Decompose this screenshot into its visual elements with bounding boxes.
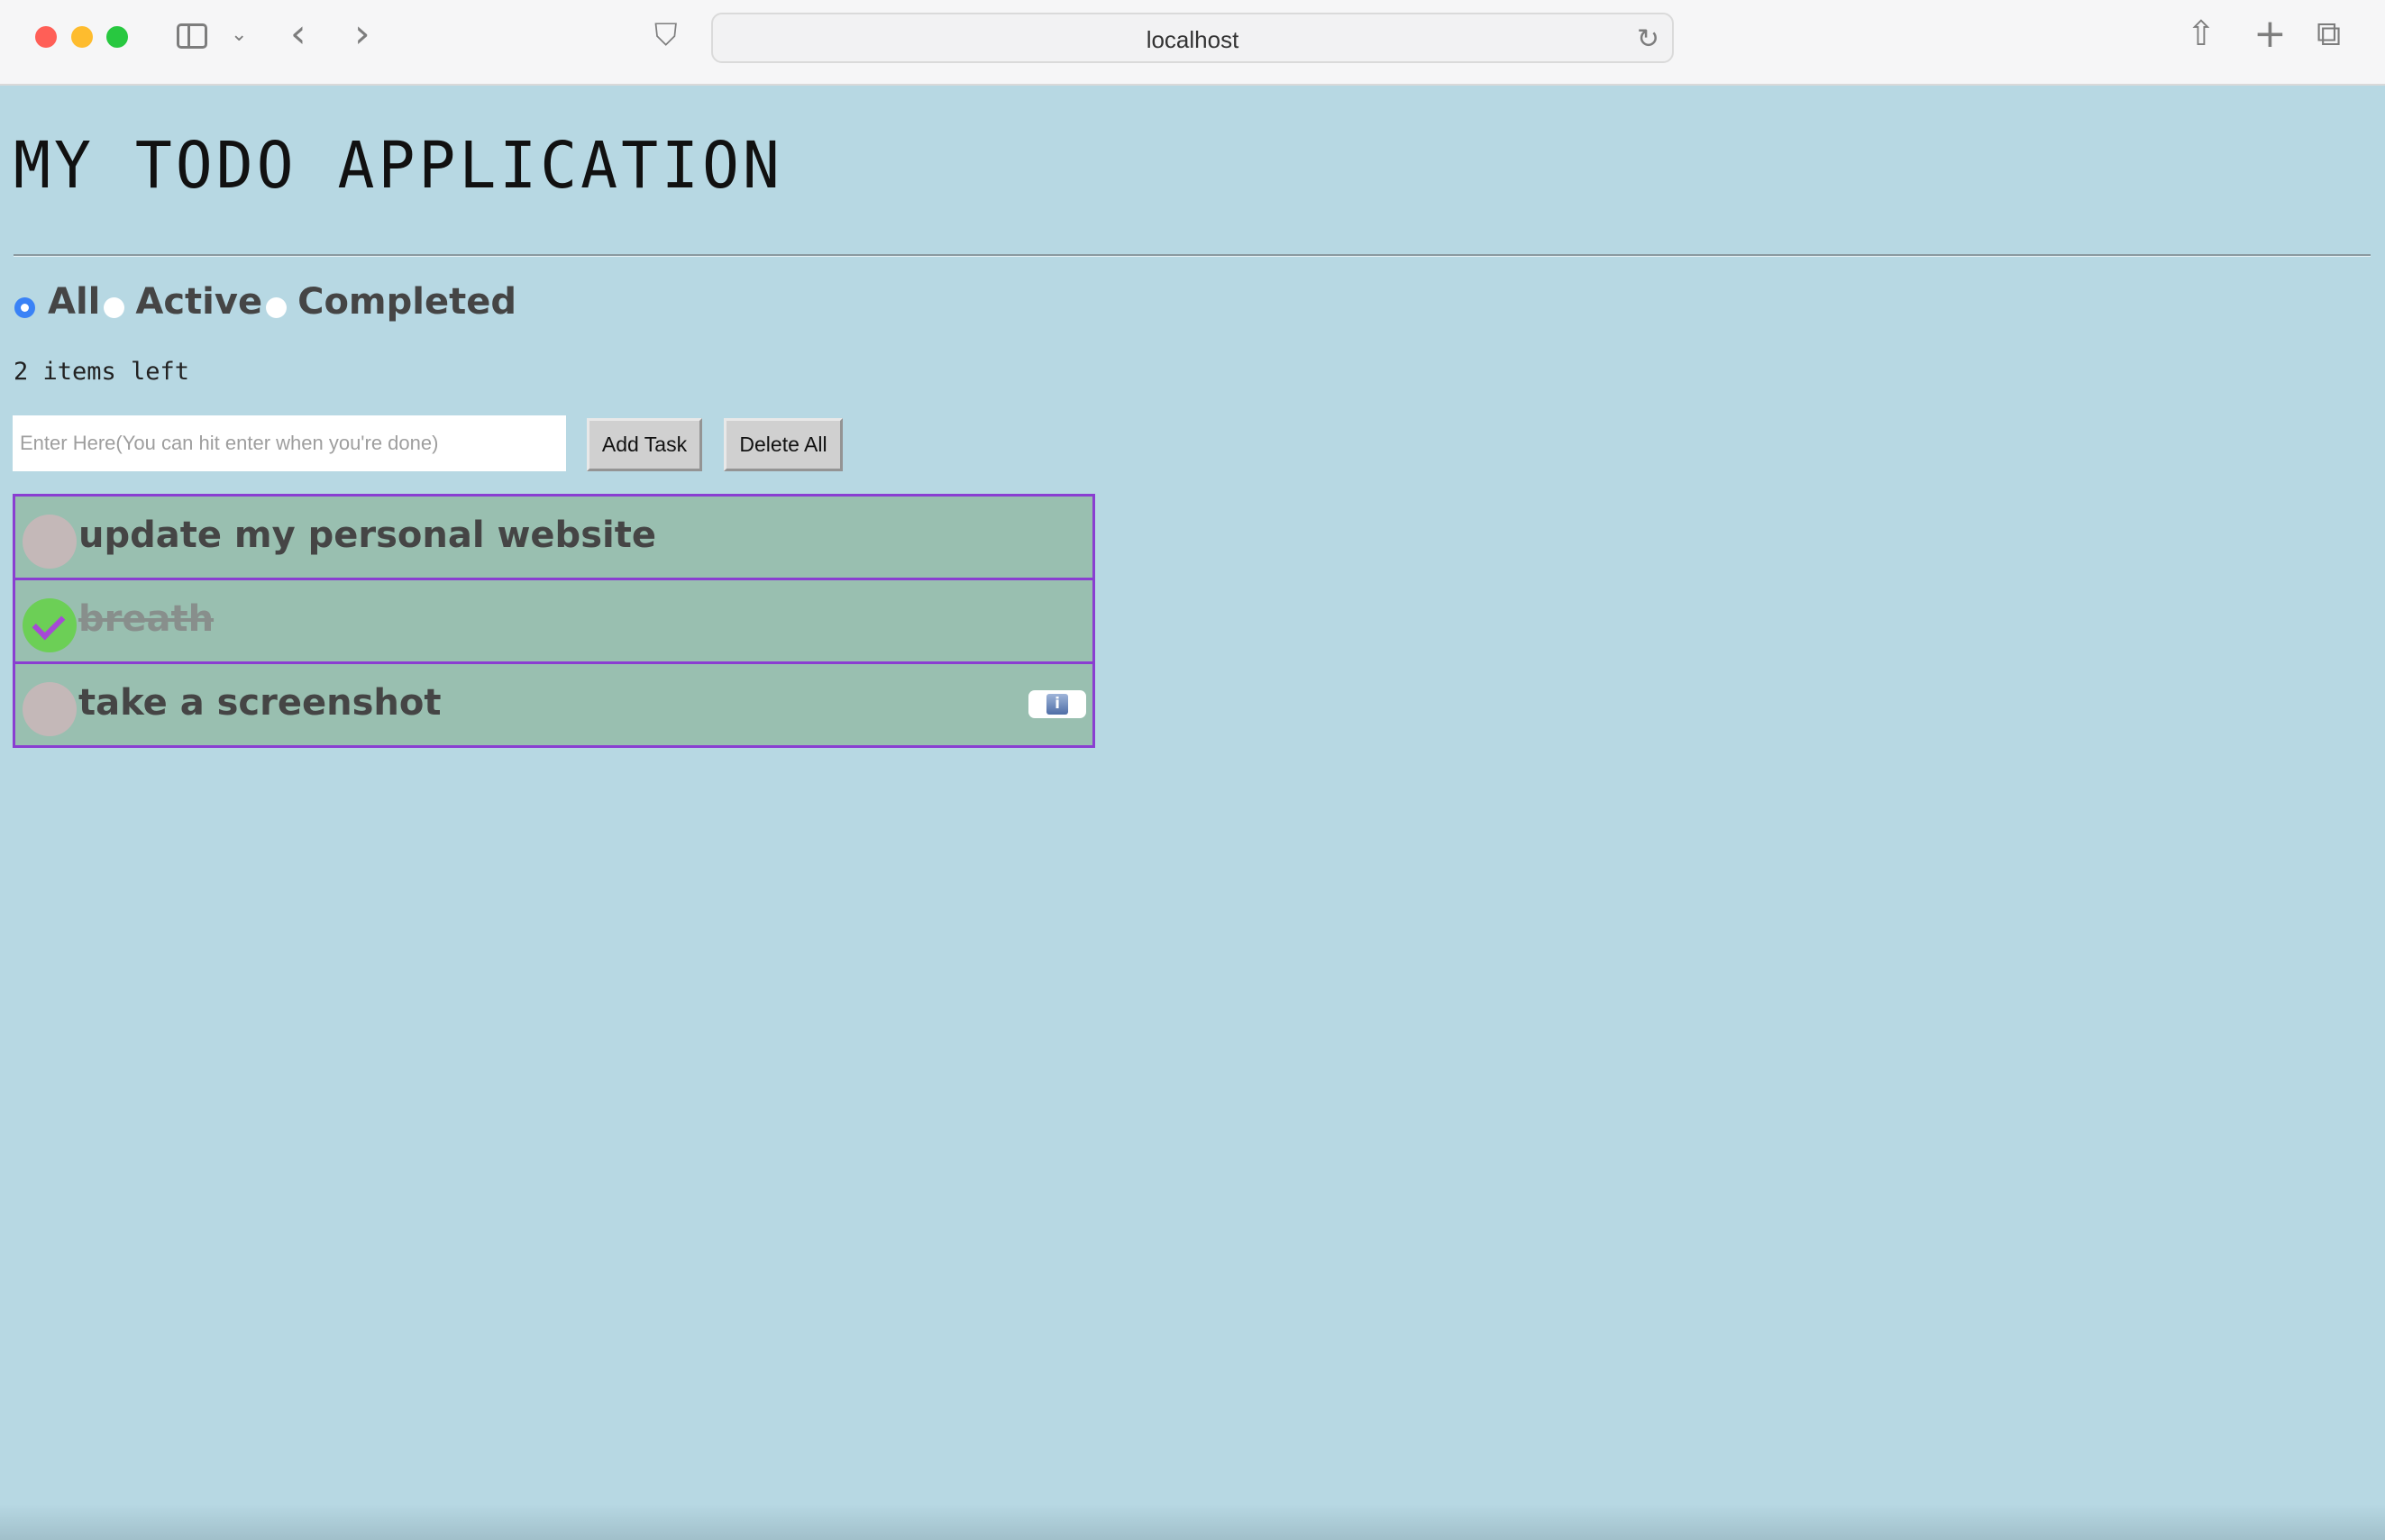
info-icon: i [1046,694,1068,715]
plus-icon[interactable]: + [2253,14,2287,54]
reload-icon[interactable]: ↻ [1637,23,1659,55]
shield-icon[interactable]: ⛉ [654,20,678,50]
filter-all-label[interactable]: All [48,281,100,323]
todo-item[interactable]: breath [13,578,1095,664]
todo-text[interactable]: take a screenshot [78,682,441,724]
address-bar-url: localhost [1146,26,1239,53]
close-window-button[interactable] [35,26,57,48]
add-task-button[interactable]: Add Task [587,418,702,471]
filter-active-label[interactable]: Active [135,281,262,323]
task-input[interactable] [13,415,566,471]
complete-toggle[interactable] [23,515,77,569]
sidebar-icon[interactable] [177,23,207,49]
chevron-right-icon[interactable]: › [354,14,370,54]
zoom-window-button[interactable] [106,26,128,48]
checkmark-icon[interactable] [23,598,77,652]
todo-text[interactable]: update my personal website [78,515,656,556]
todo-list: update my personal website breath take a… [13,494,1095,748]
chevron-down-icon[interactable]: ⌄ [231,25,247,45]
browser-toolbar: ⌄ ‹ › ⛉ localhost ↻ ⇧ + ⧉ [0,0,2385,86]
chevron-left-icon[interactable]: ‹ [290,14,306,54]
divider [14,254,2371,257]
filter-active-radio[interactable] [104,296,125,318]
todo-text[interactable]: breath [78,598,214,640]
page-title: MY TODO APPLICATION [14,129,783,204]
address-bar[interactable]: localhost ↻ [711,13,1674,63]
todo-item[interactable]: take a screenshot i [13,661,1095,748]
tabs-overview-icon[interactable]: ⧉ [2316,16,2341,50]
share-icon[interactable]: ⇧ [2187,16,2216,50]
edit-button[interactable]: i [1028,690,1086,718]
filter-completed-label[interactable]: Completed [297,281,516,323]
complete-toggle[interactable] [23,682,77,736]
filter-all-radio[interactable] [14,296,35,318]
window-bottom-edge [0,1504,2385,1540]
delete-all-button[interactable]: Delete All [724,418,843,471]
todo-item[interactable]: update my personal website [13,494,1095,580]
minimize-window-button[interactable] [71,26,93,48]
items-left-count: 2 items left [14,358,190,386]
filter-group: All Active Completed [14,277,516,327]
page-content: MY TODO APPLICATION All Active Completed… [0,86,2385,1540]
filter-completed-radio[interactable] [266,296,288,318]
